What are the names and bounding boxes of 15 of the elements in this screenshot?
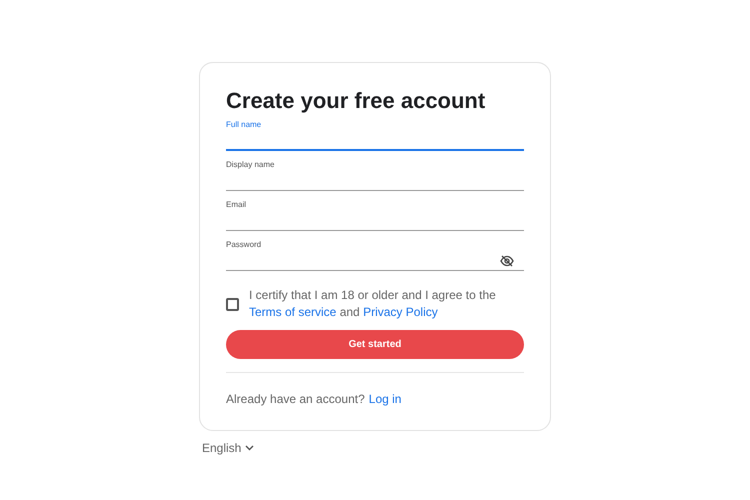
input-field[interactable]: Full name: [226, 123, 524, 151]
chevron-down-icon: [245, 445, 254, 451]
language-selector[interactable]: English: [202, 439, 254, 457]
checkbox[interactable]: [226, 298, 239, 310]
password-field[interactable]: Password: [226, 243, 524, 271]
input-field[interactable]: Email: [226, 203, 524, 231]
login-link[interactable]: Log in: [368, 390, 402, 408]
agreement-text: I certify that I am 18 or older and I agree to the Terms of service and Privacy Policy: [249, 287, 497, 321]
form-title: Create your free account: [226, 87, 486, 115]
get-started-button[interactable]: Get started: [226, 330, 524, 359]
eye-slash-icon[interactable]: [500, 255, 514, 267]
policy-link[interactable]: Terms of service: [249, 305, 336, 319]
login-prompt: Already have an account?: [226, 391, 365, 408]
policy-link[interactable]: Privacy Policy: [363, 305, 438, 319]
input-field[interactable]: Display name: [226, 163, 524, 191]
